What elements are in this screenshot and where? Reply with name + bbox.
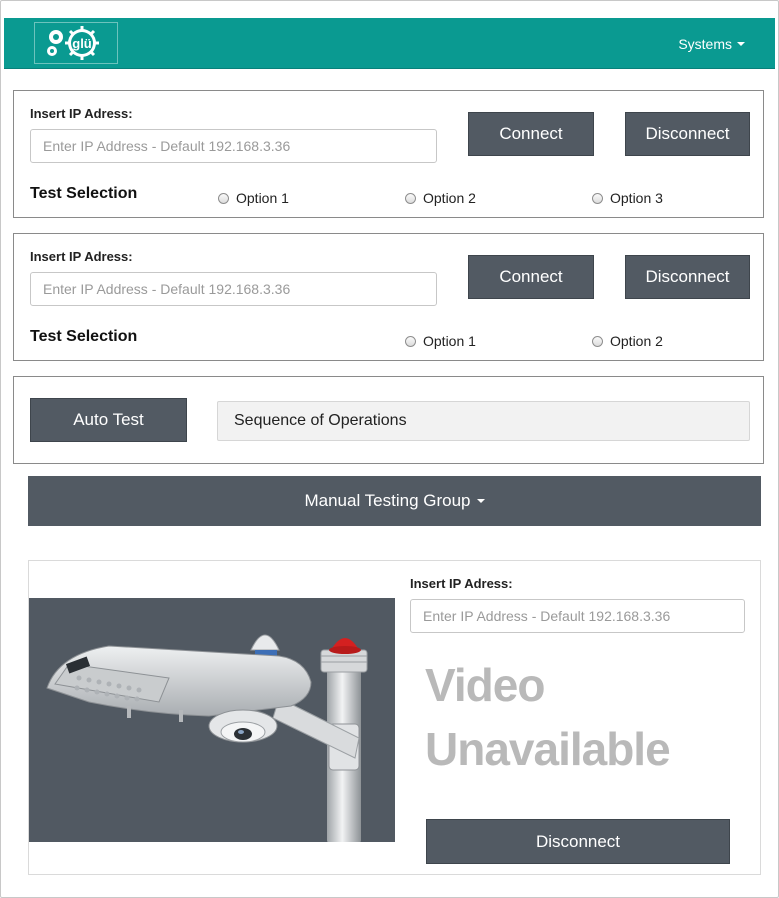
ip-address-input[interactable] (30, 129, 437, 163)
caret-down-icon (737, 42, 745, 46)
radio-circle-icon (405, 335, 416, 347)
camera-panel: Insert IP Adress: Video Unavailable Disc… (28, 560, 761, 875)
radio-label: Option 3 (610, 190, 663, 206)
radio-option-1[interactable]: Option 1 (218, 190, 289, 206)
radio-circle-icon (592, 335, 603, 347)
glu-logo[interactable]: glü (34, 22, 118, 64)
radio-label: Option 1 (423, 333, 476, 349)
test-selection-label: Test Selection (30, 328, 138, 345)
auto-test-panel: Auto Test Sequence of Operations (13, 376, 764, 464)
radio-circle-icon (218, 192, 229, 204)
video-unavailable-text: Video Unavailable (425, 653, 671, 781)
radio-circle-icon (592, 192, 603, 204)
radio-label: Option 2 (423, 190, 476, 206)
test-selection-label: Test Selection (30, 185, 138, 202)
auto-test-button[interactable]: Auto Test (30, 398, 187, 442)
top-navbar: glü Systems (4, 18, 775, 69)
ip-label: Insert IP Adress: (30, 249, 133, 264)
connect-button[interactable]: Connect (468, 255, 594, 299)
video-text-line-1: Video (425, 659, 545, 711)
radio-option-3[interactable]: Option 3 (592, 190, 663, 206)
radio-circle-icon (405, 192, 416, 204)
ip-label: Insert IP Adress: (410, 576, 513, 591)
radio-option-2[interactable]: Option 2 (405, 190, 476, 206)
connect-button[interactable]: Connect (468, 112, 594, 156)
streetlight-illustration (46, 634, 368, 842)
radio-label: Option 1 (236, 190, 289, 206)
radio-option-1[interactable]: Option 1 (405, 333, 476, 349)
disconnect-button[interactable]: Disconnect (625, 112, 750, 156)
systems-label: Systems (678, 36, 732, 52)
streetlight-camera-image (29, 598, 395, 842)
radio-option-2[interactable]: Option 2 (592, 333, 663, 349)
camera-disconnect-button[interactable]: Disconnect (426, 819, 730, 864)
caret-down-icon (476, 499, 485, 503)
connection-panel-1: Insert IP Adress: Connect Disconnect Tes… (13, 90, 764, 218)
camera-ip-address-input[interactable] (410, 599, 745, 633)
disconnect-button[interactable]: Disconnect (625, 255, 750, 299)
sequence-of-operations-field[interactable]: Sequence of Operations (217, 401, 750, 441)
radio-label: Option 2 (610, 333, 663, 349)
gears-logo-icon: glü (47, 26, 99, 60)
video-text-line-2: Unavailable (425, 723, 671, 775)
logo-text: glü (72, 36, 92, 51)
manual-testing-group-dropdown[interactable]: Manual Testing Group (28, 476, 761, 526)
ip-label: Insert IP Adress: (30, 106, 133, 121)
connection-panel-2: Insert IP Adress: Connect Disconnect Tes… (13, 233, 764, 361)
ip-address-input[interactable] (30, 272, 437, 306)
manual-testing-label: Manual Testing Group (304, 491, 471, 510)
systems-dropdown[interactable]: Systems (678, 36, 745, 52)
